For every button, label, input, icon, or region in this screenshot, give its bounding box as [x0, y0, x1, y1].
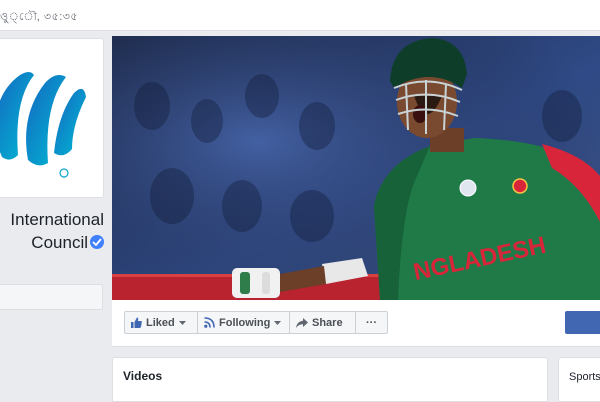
top-bar-fragment-text: ও‌ু‌্‌‌ৌ, ৩৫‌:‌৩৫: [0, 11, 79, 23]
following-label: Following: [219, 316, 271, 329]
page-title-line1: International: [10, 210, 104, 229]
liked-button[interactable]: Liked: [124, 311, 198, 334]
liked-label: Liked: [146, 316, 175, 329]
sports-section-title[interactable]: Sports: [569, 371, 600, 383]
share-arrow-icon: [296, 317, 308, 328]
primary-action-button[interactable]: [565, 311, 600, 334]
more-dots-icon: ···: [366, 316, 377, 329]
chevron-down-icon: [178, 320, 186, 325]
following-button[interactable]: Following: [198, 311, 290, 334]
share-label: Share: [312, 316, 343, 329]
sports-section: Sports: [558, 357, 600, 402]
page-title[interactable]: International Council: [0, 208, 104, 254]
page-title-line2: Council: [31, 233, 88, 252]
more-options-button[interactable]: ···: [356, 311, 388, 334]
page-action-bar: Liked Following Share ···: [112, 300, 600, 347]
verified-badge-icon: [90, 235, 104, 249]
videos-section: Videos: [112, 357, 548, 402]
left-nav-item[interactable]: [0, 284, 103, 310]
cover-photo[interactable]: NGLADESH: [112, 36, 600, 300]
thumbs-up-icon: [131, 317, 142, 328]
chevron-down-icon: [274, 320, 282, 325]
icc-logo: [0, 72, 86, 178]
videos-section-title[interactable]: Videos: [123, 369, 162, 383]
share-button[interactable]: Share: [290, 311, 356, 334]
rss-icon: [204, 317, 215, 328]
cover-photo-image: NGLADESH: [112, 36, 600, 300]
top-bar: ও‌ু‌্‌‌ৌ, ৩৫‌:‌৩৫: [0, 0, 600, 31]
